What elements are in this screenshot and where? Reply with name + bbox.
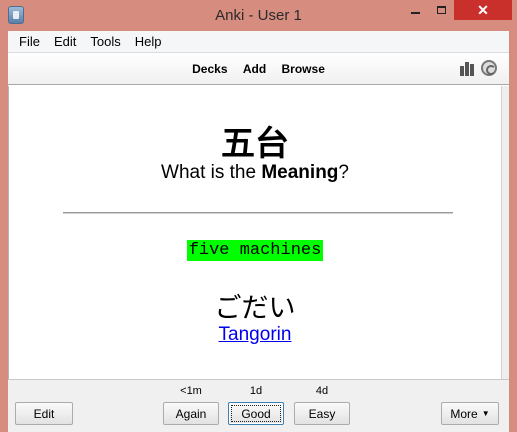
maximize-button[interactable] [428, 0, 454, 20]
close-icon: ✕ [477, 1, 489, 18]
edit-button[interactable]: Edit [15, 402, 73, 425]
menu-edit[interactable]: Edit [47, 31, 83, 52]
tangorin-link[interactable]: Tangorin [9, 324, 501, 346]
toolbar-links: Decks Add Browse [8, 62, 509, 76]
again-due-label: <1m [180, 385, 202, 397]
client-area: File Edit Tools Help Decks Add Browse 五台… [8, 31, 509, 432]
card-scrollbar[interactable] [501, 86, 509, 379]
anki-window: Anki - User 1 ✕ File Edit Tools Help Dec… [0, 0, 517, 432]
close-button[interactable]: ✕ [454, 0, 512, 20]
browse-link[interactable]: Browse [282, 62, 325, 76]
good-due-label: 1d [249, 385, 263, 397]
more-label: More [450, 406, 478, 421]
good-button[interactable]: Good [228, 402, 284, 425]
add-link[interactable]: Add [243, 62, 266, 76]
card-question: What is the Meaning? [161, 162, 349, 183]
stats-icon[interactable] [460, 62, 475, 76]
menu-help[interactable]: Help [128, 31, 169, 52]
answer-bar: Edit <1m 1d 4d Again Good Easy More ▼ [8, 379, 509, 432]
toolbar: Decks Add Browse [8, 52, 509, 85]
menu-file[interactable]: File [12, 31, 47, 52]
easy-due-label: 4d [315, 385, 329, 397]
menu-bar: File Edit Tools Help [8, 31, 509, 52]
decks-link[interactable]: Decks [192, 62, 227, 76]
title-bar[interactable]: Anki - User 1 ✕ [0, 0, 517, 31]
minimize-button[interactable] [402, 0, 428, 20]
easy-button[interactable]: Easy [294, 402, 350, 425]
again-button[interactable]: Again [163, 402, 219, 425]
menu-tools[interactable]: Tools [83, 31, 127, 52]
minimize-icon [410, 12, 420, 14]
card-reading: ごだい [214, 293, 296, 324]
caret-down-icon: ▼ [481, 409, 490, 418]
card-front-kanji: 五台 [221, 124, 289, 164]
card-view: 五台 What is the Meaning? five machines ごだ… [8, 86, 509, 379]
card-answer: five machines [186, 240, 324, 261]
maximize-icon [436, 6, 446, 14]
more-button[interactable]: More ▼ [441, 402, 499, 425]
sync-icon[interactable] [481, 60, 497, 76]
answer-divider [63, 212, 453, 214]
